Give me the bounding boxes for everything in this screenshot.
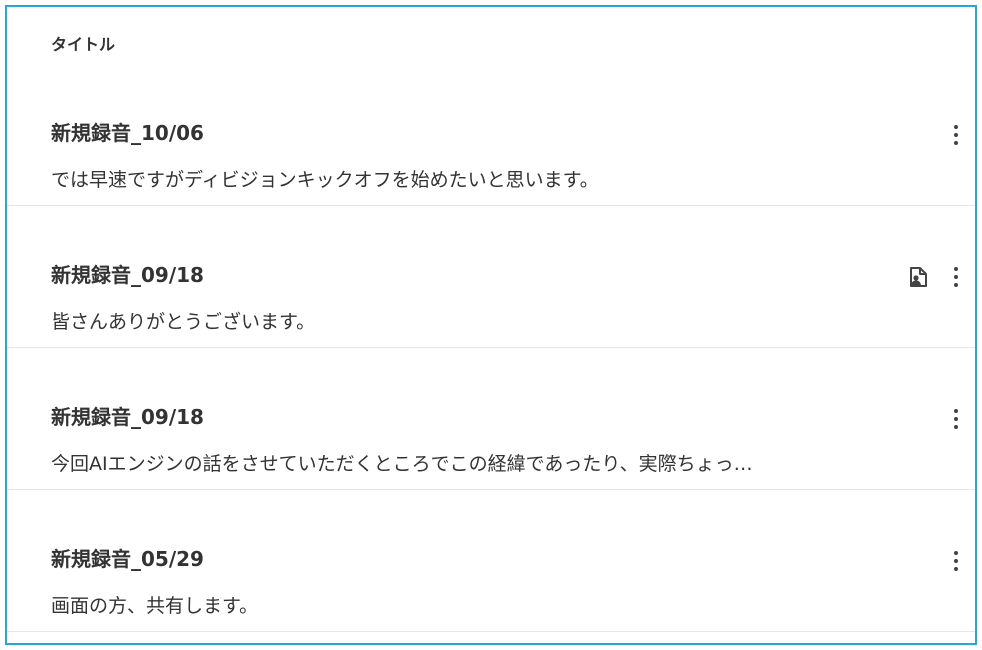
recording-row-2[interactable]: 新規録音_09/18 皆さんありがとうございます。 [7,206,975,348]
recording-preview: では早速ですがディビジョンキックオフを始めたいと思います。 [51,169,599,191]
recording-row-3[interactable]: 新規録音_09/18 今回AIエンジンの話をさせていただくところでこの経緯であっ… [7,348,975,490]
recording-title: 新規録音_05/29 [51,547,204,571]
more-vertical-icon[interactable] [945,404,967,434]
recording-row-4[interactable]: 新規録音_05/29 画面の方、共有します。 [7,490,975,632]
recording-row-1[interactable]: 新規録音_10/06 では早速ですがディビジョンキックオフを始めたいと思います。 [7,77,975,206]
recordings-list: 新規録音_10/06 では早速ですがディビジョンキックオフを始めたいと思います。… [7,77,975,632]
column-title-header[interactable]: タイトル [51,31,115,55]
recordings-panel: タイトル 新規録音_10/06 では早速ですがディビジョンキックオフを始めたいと… [5,5,977,645]
more-vertical-icon[interactable] [945,262,967,292]
row-actions [945,546,967,576]
row-actions [905,262,967,292]
recording-title: 新規録音_10/06 [51,121,204,145]
row-actions [945,404,967,434]
recording-title: 新規録音_09/18 [51,405,204,429]
list-header: タイトル [7,7,975,77]
recording-title: 新規録音_09/18 [51,263,204,287]
recording-preview: 今回AIエンジンの話をさせていただくところでこの経緯であったり、実際ちょっ… [51,453,753,475]
row-actions [945,120,967,150]
recording-preview: 画面の方、共有します。 [51,595,259,617]
speaker-document-icon[interactable] [905,264,931,290]
more-vertical-icon[interactable] [945,120,967,150]
recording-preview: 皆さんありがとうございます。 [51,311,316,333]
more-vertical-icon[interactable] [945,546,967,576]
